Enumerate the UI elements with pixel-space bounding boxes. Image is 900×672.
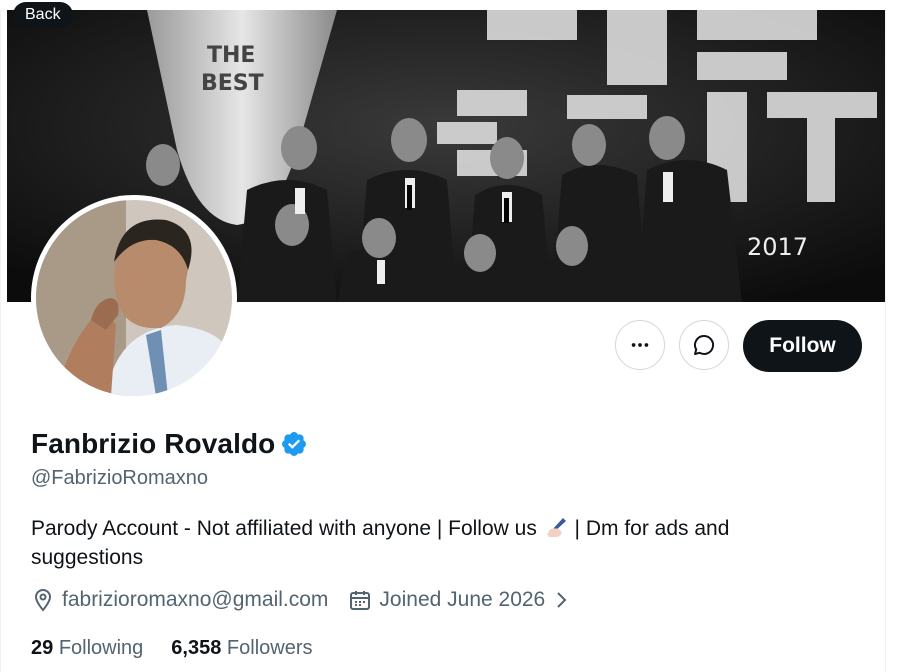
more-button[interactable]	[615, 320, 665, 370]
followers-count: 6,358	[171, 637, 222, 659]
column-border-left	[0, 0, 1, 672]
more-icon	[631, 343, 649, 347]
joined-item[interactable]: Joined June 2026	[348, 588, 573, 612]
verified-badge-icon[interactable]	[280, 430, 308, 458]
profile-bio: Parody Account - Not affiliated with any…	[31, 513, 831, 572]
bio-text-1: Parody Account - Not affiliated with any…	[31, 517, 537, 540]
profile-email: fabrizioromaxno@gmail.com	[62, 588, 329, 611]
avatar-image	[36, 200, 232, 396]
banner-year: 2017	[747, 233, 808, 261]
avatar[interactable]	[31, 195, 237, 401]
calendar-icon	[350, 591, 371, 610]
writing-hand-emoji-icon	[546, 518, 566, 537]
profile-name-row: Fanbrizio Rovaldo	[31, 428, 308, 460]
profile-handle: @FabrizioRomaxno	[31, 467, 209, 489]
following-count: 29	[31, 637, 54, 659]
back-button[interactable]: Back	[13, 2, 73, 28]
trophy-text-2: BEST	[201, 71, 264, 96]
location-pin-icon	[34, 588, 52, 612]
chevron-right-icon	[557, 592, 567, 608]
followers-link[interactable]: 6,358 Followers	[171, 637, 312, 660]
profile-name: Fanbrizio Rovaldo	[31, 428, 276, 459]
follow-button[interactable]: Follow	[743, 320, 862, 372]
profile-page: Back THE BEST 2017 Follow Fanbrizio Rova…	[0, 0, 900, 672]
message-button[interactable]	[679, 320, 729, 370]
followers-label: Followers	[226, 637, 313, 659]
trophy-text-1: THE	[207, 43, 255, 68]
location-item: fabrizioromaxno@gmail.com	[31, 588, 328, 612]
column-border-right	[885, 0, 886, 672]
message-icon	[694, 334, 715, 355]
profile-meta: fabrizioromaxno@gmail.com Joined June 20…	[31, 588, 573, 612]
following-link[interactable]: 29 Following	[31, 637, 143, 660]
profile-stats: 29 Following 6,358 Followers	[31, 637, 341, 660]
following-label: Following	[58, 637, 144, 659]
top-strip	[0, 0, 900, 10]
joined-date: Joined June 2026	[379, 588, 546, 611]
